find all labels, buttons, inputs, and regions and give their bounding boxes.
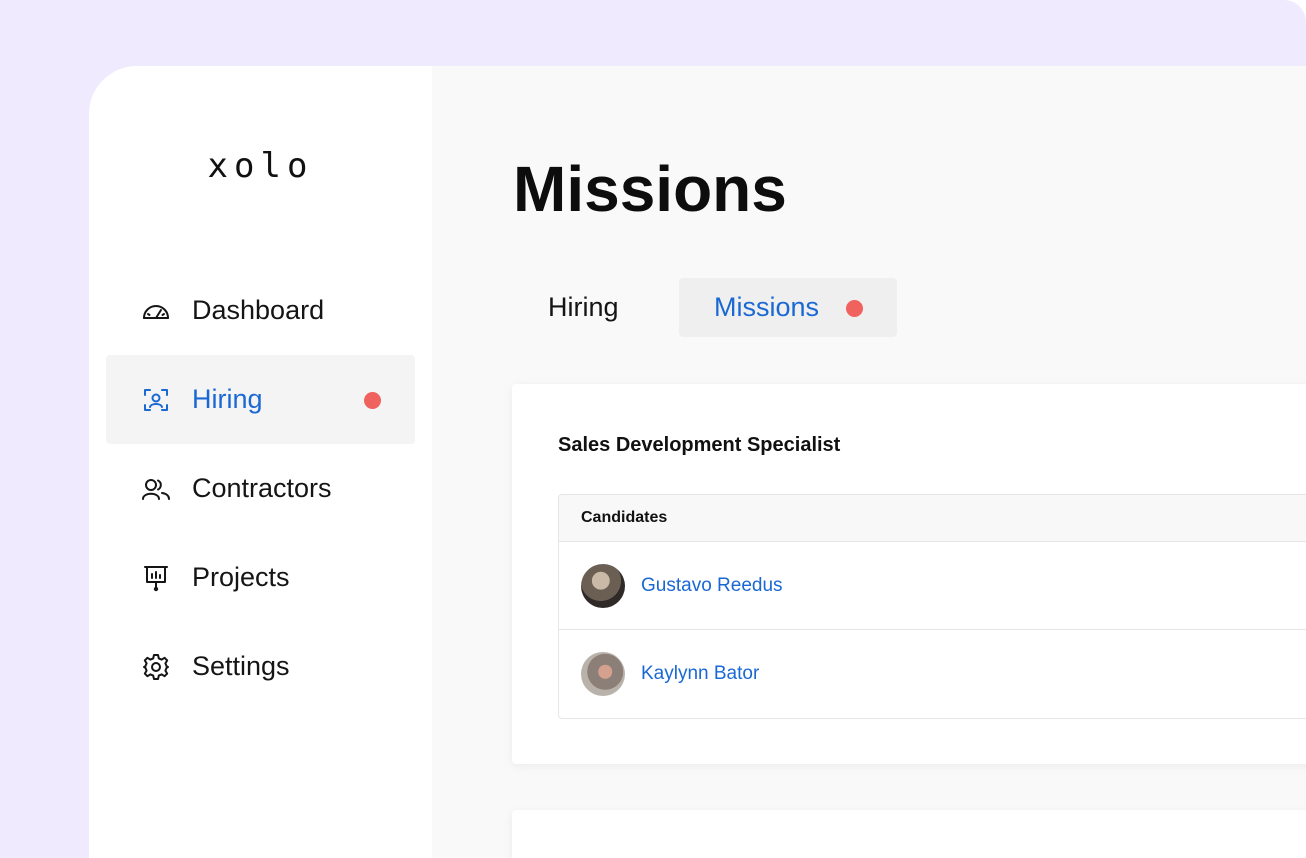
notification-dot xyxy=(846,300,863,317)
tab-label: Missions xyxy=(714,292,820,322)
column-header-candidates: Candidates xyxy=(581,509,668,526)
sidebar-item-label: Projects xyxy=(192,562,290,592)
notification-dot xyxy=(364,392,381,409)
page-backdrop: xolo Dashboard Hiring Contractors Projec… xyxy=(0,0,1306,858)
sidebar-item-contractors[interactable]: Contractors xyxy=(106,444,415,533)
sidebar-item-projects[interactable]: Projects xyxy=(106,533,415,622)
tab-hiring[interactable]: Hiring xyxy=(530,278,680,337)
table-header: Candidates xyxy=(559,495,1306,542)
avatar xyxy=(581,652,625,696)
contractors-users-icon xyxy=(141,477,171,501)
sidebar-item-settings[interactable]: Settings xyxy=(106,622,415,711)
projects-presentation-icon xyxy=(141,566,171,592)
sidebar-item-label: Contractors xyxy=(192,473,332,503)
sidebar: xolo Dashboard Hiring Contractors Projec… xyxy=(89,66,432,858)
avatar xyxy=(581,564,625,608)
table-row[interactable]: Kaylynn Bator xyxy=(559,630,1306,718)
sidebar-item-label: Dashboard xyxy=(192,295,325,325)
candidate-name-link[interactable]: Gustavo Reedus xyxy=(641,575,783,597)
sidebar-item-dashboard[interactable]: Dashboard xyxy=(106,266,415,355)
hiring-person-scan-icon xyxy=(141,388,171,412)
sidebar-item-label: Hiring xyxy=(192,384,263,414)
sidebar-item-label: Settings xyxy=(192,651,290,681)
page-title: Missions xyxy=(513,153,787,225)
tab-missions[interactable]: Missions xyxy=(679,278,897,337)
candidate-name-link[interactable]: Kaylynn Bator xyxy=(641,663,759,685)
table-row[interactable]: Gustavo Reedus xyxy=(559,542,1306,630)
candidates-table: Candidates Gustavo Reedus Kaylynn Bator xyxy=(558,494,1306,719)
xolo-logo[interactable]: xolo xyxy=(89,146,432,186)
mission-title: Sales Development Specialist xyxy=(558,434,841,456)
settings-gear-icon xyxy=(141,654,171,680)
tab-label: Hiring xyxy=(548,292,619,322)
mission-card-secondary xyxy=(512,810,1306,858)
mission-card: Sales Development Specialist Candidates … xyxy=(512,384,1306,764)
sidebar-item-hiring[interactable]: Hiring xyxy=(106,355,415,444)
dashboard-gauge-icon xyxy=(141,299,171,323)
app-window: xolo Dashboard Hiring Contractors Projec… xyxy=(89,66,1306,858)
